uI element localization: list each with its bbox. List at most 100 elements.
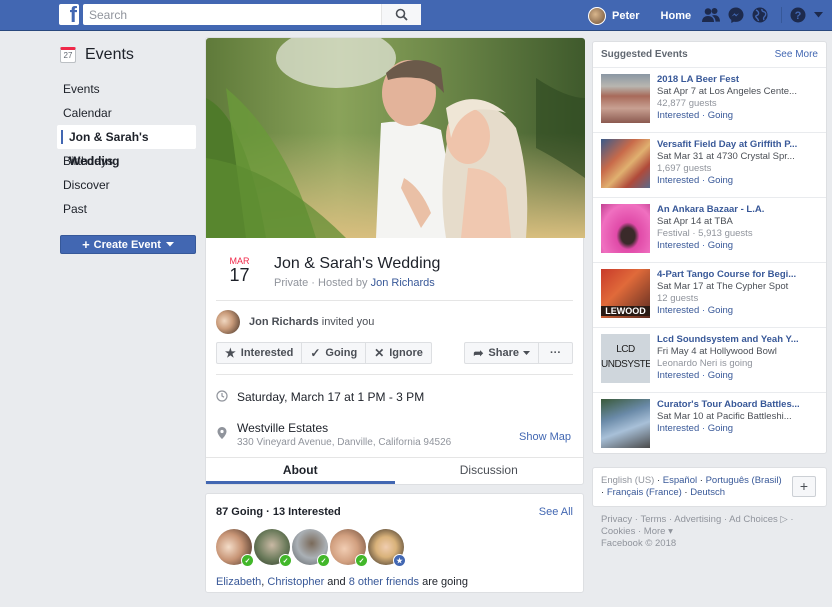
tab-about[interactable]: About xyxy=(206,458,395,484)
notifications-button[interactable] xyxy=(752,6,768,24)
going-link[interactable]: Going xyxy=(708,305,733,316)
friend-requests-button[interactable] xyxy=(702,6,720,24)
interested-link[interactable]: Interested xyxy=(657,175,699,186)
sidebar-item-calendar[interactable]: Calendar xyxy=(60,101,196,125)
profile-link[interactable]: Peter xyxy=(612,10,640,22)
suggested-event-item[interactable]: LCD UNDSYSTE Lcd Soundsystem and Yeah Y.… xyxy=(593,328,826,393)
inviter-name[interactable]: Jon Richards xyxy=(249,316,319,328)
suggested-event-item[interactable]: Versafit Field Day at Griffith P... Sat … xyxy=(593,133,826,198)
going-link[interactable]: Going xyxy=(708,175,733,186)
suggested-events-card: Suggested Events See More 2018 LA Beer F… xyxy=(592,41,827,454)
going-link[interactable]: Going xyxy=(708,423,733,434)
search-button[interactable] xyxy=(381,4,421,25)
sidebar-item-events[interactable]: Events xyxy=(60,77,196,101)
suggested-event-title[interactable]: Versafit Field Day at Griffith P... xyxy=(657,139,818,151)
friend-avatar[interactable]: ✓ xyxy=(216,529,254,567)
suggested-event-item[interactable]: An Ankara Bazaar - L.A. Sat Apr 14 at TB… xyxy=(593,198,826,263)
cover-image xyxy=(206,38,585,238)
friend-avatar[interactable]: ★ xyxy=(368,529,406,567)
footer-link-more[interactable]: More xyxy=(644,526,666,537)
event-thumbnail[interactable]: LEWOOD xyxy=(601,269,650,318)
footer: Privacy · Terms · Advertising · Ad Choic… xyxy=(601,514,794,549)
sidebar-item-past[interactable]: Past xyxy=(60,197,196,221)
clock-icon xyxy=(216,389,228,405)
event-thumbnail[interactable] xyxy=(601,74,650,123)
going-link[interactable]: Going xyxy=(708,240,733,251)
suggested-event-title[interactable]: An Ankara Bazaar - L.A. xyxy=(657,204,818,216)
event-title-block: Jon & Sarah's Wedding Private · Hosted b… xyxy=(274,255,440,300)
friend-avatar[interactable]: ✓ xyxy=(292,529,330,567)
event-header: MAR 17 Jon & Sarah's Wedding Private · H… xyxy=(206,238,583,300)
close-icon: ✕ xyxy=(374,345,385,360)
interested-link[interactable]: Interested xyxy=(657,423,699,434)
more-languages-button[interactable]: + xyxy=(792,476,816,497)
share-button[interactable]: ➦ Share xyxy=(465,342,539,363)
guests-card: 87 Going · 13 Interested See All ✓ ✓ ✓ ✓… xyxy=(205,493,584,593)
check-icon: ✓ xyxy=(310,345,321,360)
suggested-event-title[interactable]: Curator's Tour Aboard Battles... xyxy=(657,399,818,411)
friend-avatar[interactable]: ✓ xyxy=(330,529,368,567)
location-name[interactable]: Westville Estates xyxy=(237,421,451,435)
interested-link[interactable]: Interested xyxy=(657,240,699,251)
footer-link-ad-choices[interactable]: Ad Choices xyxy=(729,514,778,525)
friends-going-text: Elizabeth, Christopher and 8 other frien… xyxy=(216,576,468,588)
event-thumbnail[interactable] xyxy=(601,204,650,253)
tab-discussion[interactable]: Discussion xyxy=(395,458,584,484)
user-avatar[interactable] xyxy=(588,6,606,25)
event-thumbnail[interactable] xyxy=(601,399,650,448)
other-friends-link[interactable]: 8 other friends xyxy=(349,576,419,588)
friend-link-elizabeth[interactable]: Elizabeth xyxy=(216,576,261,588)
help-button[interactable]: ? xyxy=(790,6,806,24)
going-link[interactable]: Going xyxy=(708,110,733,121)
language-selector: English (US) · Español · Português (Bras… xyxy=(592,467,827,507)
suggested-event-title[interactable]: 4-Part Tango Course for Begi... xyxy=(657,269,818,281)
more-options-button[interactable]: ··· xyxy=(539,343,572,363)
footer-link-cookies[interactable]: Cookies xyxy=(601,526,635,537)
see-all-guests-link[interactable]: See All xyxy=(539,506,573,518)
suggested-event-item[interactable]: 2018 LA Beer Fest Sat Apr 7 at Los Angel… xyxy=(593,68,826,133)
footer-link-privacy[interactable]: Privacy xyxy=(601,514,632,525)
language-link[interactable]: Français (France) xyxy=(607,487,682,498)
language-link[interactable]: Español xyxy=(663,475,697,486)
friend-link-christopher[interactable]: Christopher xyxy=(267,576,324,588)
home-link[interactable]: Home xyxy=(661,10,692,22)
search-input[interactable] xyxy=(83,4,373,25)
event-cover-photo[interactable] xyxy=(206,38,585,238)
current-language: English (US) xyxy=(601,475,655,486)
language-link[interactable]: Deutsch xyxy=(690,487,725,498)
create-event-button[interactable]: + Create Event xyxy=(60,235,196,254)
footer-link-advertising[interactable]: Advertising xyxy=(674,514,721,525)
suggested-event-item[interactable]: Curator's Tour Aboard Battles... Sat Mar… xyxy=(593,393,826,453)
event-thumbnail[interactable] xyxy=(601,139,650,188)
friend-avatar[interactable]: ✓ xyxy=(254,529,292,567)
facebook-logo[interactable]: f xyxy=(59,4,79,25)
messages-button[interactable] xyxy=(728,6,744,24)
interested-button[interactable]: ★ Interested xyxy=(217,342,303,363)
footer-link-terms[interactable]: Terms xyxy=(640,514,666,525)
sidebar-item-wedding[interactable]: Jon & Sarah's Wedding xyxy=(57,125,196,168)
suggested-event-title[interactable]: 2018 LA Beer Fest xyxy=(657,74,818,86)
see-more-link[interactable]: See More xyxy=(775,49,818,60)
sidebar-item-birthdays[interactable]: Birthdays xyxy=(60,149,196,173)
sidebar-item-discover[interactable]: Discover xyxy=(60,173,196,197)
language-link[interactable]: Português (Brasil) xyxy=(706,475,782,486)
event-tabs: About Discussion xyxy=(206,457,583,484)
share-arrow-icon: ➦ xyxy=(473,345,484,360)
account-menu-button[interactable] xyxy=(814,6,823,24)
interested-link[interactable]: Interested xyxy=(657,370,699,381)
event-main: MAR 17 Jon & Sarah's Wedding Private · H… xyxy=(205,37,585,593)
ignore-button[interactable]: ✕ Ignore xyxy=(366,343,431,363)
going-button[interactable]: ✓ Going xyxy=(302,342,367,363)
interested-link[interactable]: Interested xyxy=(657,305,699,316)
suggested-event-item[interactable]: LEWOOD 4-Part Tango Course for Begi... S… xyxy=(593,263,826,328)
interested-link[interactable]: Interested xyxy=(657,110,699,121)
plus-icon: + xyxy=(82,237,90,252)
going-link[interactable]: Going xyxy=(708,370,733,381)
event-thumbnail[interactable]: LCD UNDSYSTE xyxy=(601,334,650,383)
host-link[interactable]: Jon Richards xyxy=(371,277,435,289)
show-map-link[interactable]: Show Map xyxy=(519,431,571,443)
suggested-event-title[interactable]: Lcd Soundsystem and Yeah Y... xyxy=(657,334,818,346)
inviter-avatar[interactable] xyxy=(216,310,240,334)
event-datetime: Saturday, March 17 at 1 PM - 3 PM xyxy=(237,390,425,404)
chevron-down-icon xyxy=(165,242,174,247)
